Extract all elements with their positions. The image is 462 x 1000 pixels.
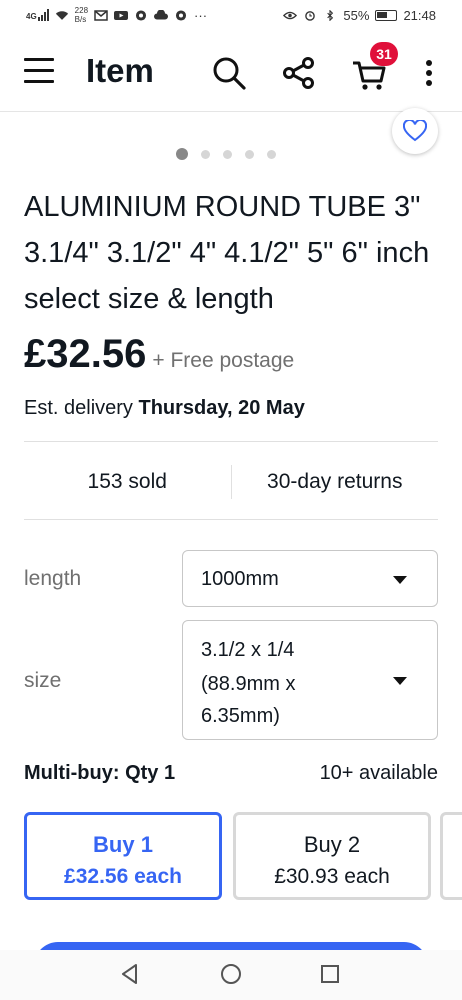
status-bar: 4G 228 B/s ··· 55% 21:48 xyxy=(0,0,462,34)
gallery-dot-active[interactable] xyxy=(176,148,188,160)
chrome-icon xyxy=(135,9,147,21)
size-value-line: 3.1/2 x 1/4 xyxy=(201,639,295,661)
network-type: 4G xyxy=(26,12,37,21)
cart-count-badge: 31 xyxy=(370,42,398,66)
multibuy-label: Multi-buy: Qty 1 xyxy=(24,762,176,784)
tier-title: Buy 1 xyxy=(93,832,153,857)
back-icon[interactable] xyxy=(118,962,142,986)
eye-icon xyxy=(283,11,298,20)
multibuy-tier-3-partial[interactable] xyxy=(440,812,462,900)
battery-icon xyxy=(375,10,398,21)
size-value-line: 6.35mm) xyxy=(201,705,280,727)
available-count: 10+ available xyxy=(319,762,438,784)
cloud-icon xyxy=(154,9,168,19)
more-notifications: ··· xyxy=(194,7,208,23)
status-right: 55% 21:48 xyxy=(283,8,436,23)
returns-policy[interactable]: 30-day returns xyxy=(232,470,439,494)
menu-icon[interactable] xyxy=(24,58,56,86)
size-label: size xyxy=(24,669,62,692)
gallery-dot[interactable] xyxy=(267,149,276,159)
chevron-down-icon xyxy=(393,576,407,584)
size-value-line: (88.9mm x xyxy=(201,673,296,695)
tier-price: £30.93 each xyxy=(274,865,390,888)
app-header: Item 31 xyxy=(0,34,462,112)
home-icon[interactable] xyxy=(219,962,243,986)
postage: + Free postage xyxy=(152,349,295,372)
heart-icon xyxy=(403,120,427,142)
gmail-icon xyxy=(94,9,108,21)
sold-count: 153 sold xyxy=(87,470,167,493)
item-stats: 153 sold 30-day returns xyxy=(24,458,438,506)
clock: 21:48 xyxy=(403,8,436,23)
price-row: £32.56 + Free postage xyxy=(24,332,294,377)
gallery-dot[interactable] xyxy=(201,149,210,159)
page-title: Item xyxy=(86,52,154,89)
youtube-icon xyxy=(114,10,129,20)
tier-title: Buy 2 xyxy=(303,832,361,857)
multibuy-tier-1[interactable]: Buy 1 £32.56 each xyxy=(24,812,222,900)
chevron-down-icon xyxy=(393,677,407,685)
product-title: ALUMINIUM ROUND TUBE 3" 3.1/4" 3.1/2" 4"… xyxy=(24,191,430,315)
search-icon[interactable] xyxy=(210,54,248,92)
tier-price: £32.56 each xyxy=(64,865,182,888)
size-select[interactable]: 3.1/2 x 1/4 (88.9mm x 6.35mm) xyxy=(182,620,438,740)
divider xyxy=(24,441,438,442)
delivery-date: Thursday, 20 May xyxy=(138,397,305,419)
wifi-icon xyxy=(55,10,68,20)
price: £32.56 xyxy=(24,332,147,376)
divider xyxy=(24,519,438,520)
length-value: 1000mm xyxy=(201,568,279,590)
length-select[interactable]: 1000mm xyxy=(182,550,438,607)
length-label: length xyxy=(24,567,82,590)
gallery-pagination xyxy=(176,148,276,160)
gallery-dot[interactable] xyxy=(223,149,232,159)
chrome-icon-2 xyxy=(175,9,187,21)
delivery-estimate: Est. delivery Thursday, 20 May xyxy=(24,397,305,419)
multibuy-tier-2[interactable]: Buy 2 £30.93 each xyxy=(233,812,431,900)
share-icon[interactable] xyxy=(280,54,318,92)
status-left: 4G 228 B/s ··· xyxy=(26,6,207,24)
watch-button[interactable] xyxy=(392,108,438,154)
bluetooth-icon xyxy=(327,10,334,21)
more-vert-icon[interactable] xyxy=(418,54,440,92)
alarm-icon xyxy=(305,11,316,21)
system-nav-bar xyxy=(0,950,462,1000)
signal-icon: 4G xyxy=(26,9,49,21)
recents-icon[interactable] xyxy=(318,962,342,986)
battery-percent: 55% xyxy=(343,8,370,23)
net-speed: 228 B/s xyxy=(74,6,89,24)
gallery-dot[interactable] xyxy=(245,149,254,159)
